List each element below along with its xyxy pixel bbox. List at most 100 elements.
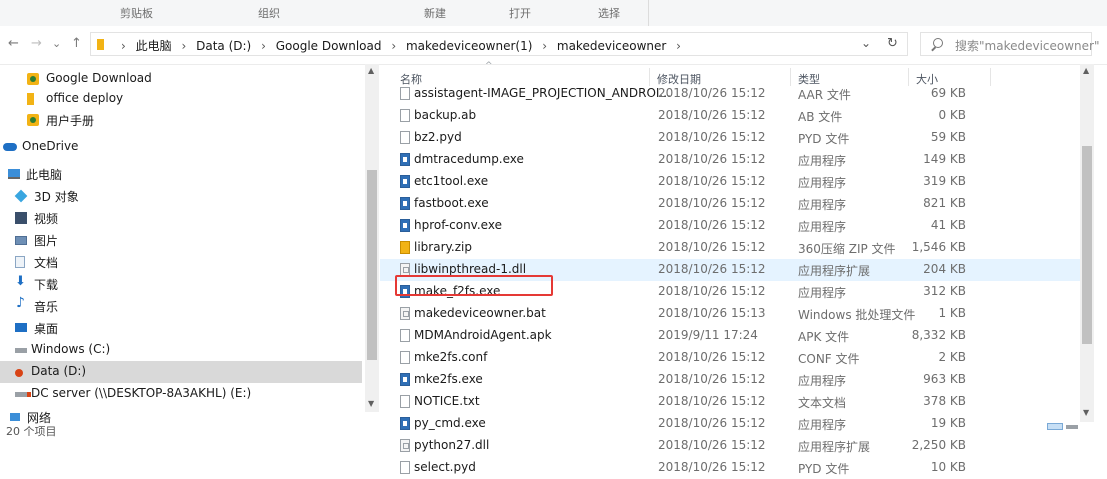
file-row[interactable]: fastboot.exe 2018/10/26 15:12 应用程序 821 KB xyxy=(380,193,1080,215)
recent-locations-button[interactable]: ⌄ xyxy=(52,37,61,50)
file-list: ^ 名称 修改日期 类型 大小 assistagent-IMAGE_PROJEC… xyxy=(380,61,1094,476)
file-name[interactable]: library.zip xyxy=(414,240,472,254)
nav-scrollbar-thumb[interactable] xyxy=(367,170,377,360)
file-name[interactable]: python27.dll xyxy=(414,438,489,452)
ribbon-group-new[interactable]: 新建 xyxy=(424,5,446,21)
breadcrumb-this-pc[interactable]: 此电脑 xyxy=(136,39,172,53)
nav-item-music[interactable]: ♪ 音乐 xyxy=(0,295,362,317)
file-name[interactable]: makedeviceowner.bat xyxy=(414,306,546,320)
file-row[interactable]: etc1tool.exe 2018/10/26 15:12 应用程序 319 KB xyxy=(380,171,1080,193)
file-name[interactable]: dmtracedump.exe xyxy=(414,152,524,166)
file-row[interactable]: hprof-conv.exe 2018/10/26 15:12 应用程序 41 KB xyxy=(380,215,1080,237)
ribbon-group-clipboard[interactable]: 剪贴板 xyxy=(120,5,153,21)
nav-item-data-d[interactable]: Data (D:) xyxy=(0,361,362,383)
file-name[interactable]: backup.ab xyxy=(414,108,476,122)
file-name[interactable]: hprof-conv.exe xyxy=(414,218,502,232)
breadcrumb-makedeviceowner-1[interactable]: makedeviceowner(1) xyxy=(406,39,532,53)
nav-item-label: 视频 xyxy=(34,212,59,226)
nav-item-downloads[interactable]: ⬇ 下载 xyxy=(0,273,362,295)
file-row[interactable]: MDMAndroidAgent.apk 2019/9/11 17:24 APK 文件… xyxy=(380,325,1080,347)
file-name[interactable]: mke2fs.exe xyxy=(414,372,483,386)
nav-item-videos[interactable]: 视频 xyxy=(0,207,362,229)
file-name[interactable]: bz2.pyd xyxy=(414,130,462,144)
nav-item-onedrive[interactable]: OneDrive xyxy=(0,136,362,158)
breadcrumb-data-drive[interactable]: Data (D:) xyxy=(196,39,251,53)
highlight-annotation-box xyxy=(395,275,553,296)
file-size: 19 KB xyxy=(930,416,966,430)
file-name[interactable]: py_cmd.exe xyxy=(414,416,486,430)
address-dropdown-icon[interactable]: ⌄ xyxy=(861,36,871,50)
file-type: PYD 文件 xyxy=(798,132,850,146)
file-name[interactable]: libwinpthread-1.dll xyxy=(414,262,526,276)
file-row[interactable]: select.pyd 2018/10/26 15:12 PYD 文件 10 KB xyxy=(380,457,1080,479)
breadcrumb-makedeviceowner[interactable]: makedeviceowner xyxy=(557,39,666,53)
forward-button[interactable]: → xyxy=(31,36,42,51)
file-type: 应用程序扩展 xyxy=(798,264,871,278)
ribbon-group-select[interactable]: 选择 xyxy=(598,5,620,21)
nav-item-3d-objects[interactable]: 3D 对象 xyxy=(0,185,362,207)
nav-item-google-download[interactable]: Google Download xyxy=(0,68,362,90)
file-exe-icon xyxy=(400,417,410,430)
file-row[interactable]: dmtracedump.exe 2018/10/26 15:12 应用程序 149 K… xyxy=(380,149,1080,171)
file-doc-icon xyxy=(400,131,410,144)
nav-item-office-deploy[interactable]: office deploy xyxy=(0,88,362,110)
nav-item-label: Data (D:) xyxy=(31,364,87,378)
nav-item-documents[interactable]: 文档 xyxy=(0,251,362,273)
item-count: 20 个项目 xyxy=(6,425,57,438)
file-list-scrollbar-thumb[interactable] xyxy=(1082,146,1092,344)
file-name[interactable]: fastboot.exe xyxy=(414,196,489,210)
nav-item-desktop[interactable]: 桌面 xyxy=(0,317,362,339)
file-exe-icon xyxy=(400,153,410,166)
nav-item-this-pc[interactable]: 此电脑 xyxy=(0,163,362,185)
file-date: 2018/10/26 15:12 xyxy=(658,196,766,210)
folder-icon xyxy=(27,93,34,105)
file-name[interactable]: select.pyd xyxy=(414,460,476,474)
nav-item-windows-c[interactable]: Windows (C:) xyxy=(0,339,362,361)
file-row[interactable]: NOTICE.txt 2018/10/26 15:12 文本文档 378 KB xyxy=(380,391,1080,413)
file-row[interactable]: py_cmd.exe 2018/10/26 15:12 应用程序 19 KB xyxy=(380,413,1080,435)
file-date: 2018/10/26 15:12 xyxy=(658,86,766,100)
file-row[interactable]: bz2.pyd 2018/10/26 15:12 PYD 文件 59 KB xyxy=(380,127,1080,149)
file-list-scrollbar[interactable]: ▲ ▼ xyxy=(1080,64,1094,422)
video-icon xyxy=(15,212,27,224)
scroll-up-icon[interactable]: ▲ xyxy=(1083,66,1089,75)
cloud-icon xyxy=(3,143,17,151)
file-row[interactable]: makedeviceowner.bat 2018/10/26 15:13 Windo… xyxy=(380,303,1080,325)
file-row[interactable]: mke2fs.conf 2018/10/26 15:12 CONF 文件 2 KB xyxy=(380,347,1080,369)
file-row[interactable]: assistagent-IMAGE_PROJECTION_ANDROI... 20… xyxy=(380,83,1080,105)
nav-item-user-manual[interactable]: 用户手册 xyxy=(0,109,362,131)
view-toggle-tiles-icon[interactable] xyxy=(1066,425,1078,429)
nav-scrollbar[interactable]: ▲ ▼ xyxy=(365,64,379,412)
search-input[interactable]: 搜索"makedeviceowner" xyxy=(920,32,1099,56)
file-date: 2019/9/11 17:24 xyxy=(658,328,758,342)
refresh-icon[interactable]: ↻ xyxy=(887,36,898,51)
file-name[interactable]: mke2fs.conf xyxy=(414,350,487,364)
file-name[interactable]: NOTICE.txt xyxy=(414,394,480,408)
file-exe-icon xyxy=(400,373,410,386)
file-row[interactable]: mke2fs.exe 2018/10/26 15:12 应用程序 963 KB xyxy=(380,369,1080,391)
file-name[interactable]: MDMAndroidAgent.apk xyxy=(414,328,552,342)
nav-item-dc-server-e[interactable]: DC server (\\DESKTOP-8A3AKHL) (E:) xyxy=(0,383,362,405)
file-type: CONF 文件 xyxy=(798,352,860,366)
address-bar[interactable]: › 此电脑 › Data (D:) › Google Download › ma… xyxy=(90,32,908,56)
scroll-down-icon[interactable]: ▼ xyxy=(1083,408,1089,417)
breadcrumb-google-download[interactable]: Google Download xyxy=(276,39,382,53)
file-row[interactable]: backup.ab 2018/10/26 15:12 AB 文件 0 KB xyxy=(380,105,1080,127)
file-size: 2 KB xyxy=(938,350,966,364)
scroll-up-icon[interactable]: ▲ xyxy=(368,66,374,75)
file-row[interactable]: library.zip 2018/10/26 15:12 360压缩 ZIP 文件 1… xyxy=(380,237,1080,259)
file-exe-icon xyxy=(400,197,410,210)
file-name[interactable]: assistagent-IMAGE_PROJECTION_ANDROI... xyxy=(414,86,671,100)
ribbon-group-open[interactable]: 打开 xyxy=(509,5,531,21)
nav-item-pictures[interactable]: 图片 xyxy=(0,229,362,251)
chevron-right-icon: › xyxy=(676,39,681,53)
chevron-right-icon: › xyxy=(181,39,187,53)
up-button[interactable]: ↑ xyxy=(71,36,82,51)
back-button[interactable]: ← xyxy=(8,36,19,51)
scroll-down-icon[interactable]: ▼ xyxy=(368,399,374,408)
file-name[interactable]: etc1tool.exe xyxy=(414,174,488,188)
file-exe-icon xyxy=(400,219,410,232)
folder-pinned-icon xyxy=(27,114,39,126)
file-row[interactable]: python27.dll 2018/10/26 15:12 应用程序扩展 2,250 … xyxy=(380,435,1080,457)
ribbon-group-organize[interactable]: 组织 xyxy=(258,5,280,21)
